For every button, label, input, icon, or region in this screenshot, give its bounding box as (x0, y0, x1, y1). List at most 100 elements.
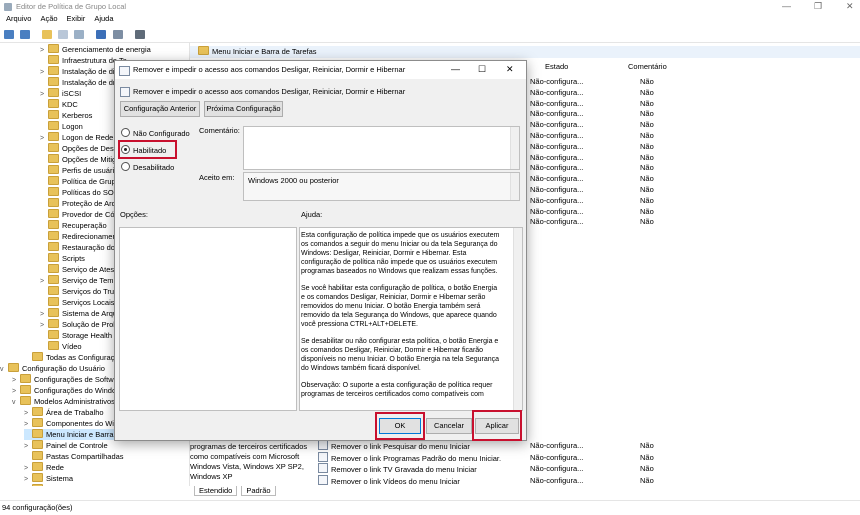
collapse-icon[interactable]: v (0, 364, 8, 375)
tree-item[interactable]: Perfis de usuário (40, 165, 118, 176)
up-folder-icon[interactable] (42, 30, 53, 39)
radio-disabled[interactable]: Desabilitado (121, 162, 174, 172)
tree-item[interactable]: > Gerenciamento de energia (40, 44, 151, 55)
policy-icon (318, 463, 328, 473)
window-title: Editor de Política de Grupo Local (16, 2, 127, 11)
cancel-button[interactable]: Cancelar (426, 418, 472, 434)
setting-comment: Não (640, 452, 654, 462)
menu-acao[interactable]: Ação (40, 14, 57, 23)
menu-bar: Arquivo Ação Exibir Ajuda (0, 14, 860, 26)
tree-item[interactable]: Vídeo (40, 341, 82, 352)
tree-item-label: Configurações de Software (34, 375, 125, 384)
tree-item[interactable]: Opções de Mitiga (40, 154, 120, 165)
dialog-maximize-button[interactable]: ☐ (478, 64, 486, 75)
forward-icon[interactable] (20, 30, 31, 39)
tree-item-label: Opções de Mitiga (62, 155, 121, 164)
help-paragraph: Observação: O suporte a esta configuraçã… (301, 382, 493, 398)
help-icon[interactable] (96, 30, 107, 39)
tree-item[interactable]: Serviços do Trust (40, 286, 120, 297)
tree-item[interactable]: > Configurações de Software (12, 374, 124, 385)
tree-item[interactable]: Scripts (40, 253, 85, 264)
highlight-ok (375, 412, 425, 440)
tree-item-label: Serviços do Trust (62, 287, 120, 296)
next-setting-button[interactable]: Próxima Configuração (204, 101, 283, 117)
tree-item[interactable]: > Rede (24, 462, 64, 473)
tree-item[interactable]: Instalação de drive (40, 77, 125, 88)
tree-item[interactable]: Menu Iniciar e Barra (24, 429, 114, 440)
tree-item-label: Solução de Probl (62, 320, 120, 329)
dialog-minimize-button[interactable]: — (451, 64, 460, 74)
tree-item[interactable]: Todas as Configurações (24, 352, 126, 363)
menu-ajuda[interactable]: Ajuda (94, 14, 113, 23)
tree-item[interactable]: > Configurações do Windows (12, 385, 125, 396)
tree-item[interactable]: Recuperação (40, 220, 107, 231)
tree-item[interactable]: Provedor de Cópi (40, 209, 120, 220)
tree-item-label: Configurações do Windows (34, 386, 126, 395)
supported-scrollbar[interactable] (510, 173, 519, 200)
folder-icon (48, 209, 59, 218)
tree-item[interactable]: Todas as Configurações (24, 484, 126, 486)
tree-item[interactable]: Kerberos (40, 110, 92, 121)
setting-row[interactable]: Remover o link Pesquisar do menu Iniciar… (318, 440, 838, 451)
tree-item-label: Gerenciamento de energia (62, 45, 151, 54)
help-paragraph: Se desabilitar ou não configurar esta po… (301, 338, 500, 372)
help-scrollbar[interactable] (513, 228, 522, 410)
setting-comment: Não (640, 441, 654, 450)
tree-item[interactable]: Storage Health (40, 330, 112, 341)
tree-item[interactable]: > iSCSI (40, 88, 81, 99)
maximize-button[interactable]: ❐ (814, 1, 822, 12)
tree-item[interactable]: v Modelos Administrativos (12, 396, 115, 407)
tab-estendido[interactable]: Estendido (194, 486, 238, 496)
setting-state: Não-configura... (530, 452, 584, 462)
tree-item[interactable]: Redirecionamento (40, 231, 123, 242)
filter-icon[interactable] (134, 30, 145, 39)
tree-item[interactable]: Políticas do SO (40, 187, 114, 198)
properties-icon[interactable] (112, 30, 123, 39)
tree-item-label: Sistema de Arqui (62, 309, 119, 318)
setting-row[interactable]: Remover o link Programas Padrão do menu … (318, 451, 838, 463)
folder-icon (48, 253, 59, 262)
radio-not-configured[interactable]: Não Configurado (121, 128, 190, 138)
folder-icon (32, 440, 43, 449)
close-button[interactable]: ✕ (846, 1, 854, 12)
dialog-close-button[interactable]: ✕ (506, 64, 514, 75)
menu-arquivo[interactable]: Arquivo (6, 14, 31, 23)
policy-icon (318, 451, 328, 462)
folder-icon (48, 88, 59, 97)
tree-item[interactable]: Pastas Compartilhadas (24, 451, 124, 462)
status-text: 94 configuração(ões) (2, 503, 73, 512)
tree-item[interactable]: > Instalação de disp (40, 66, 122, 77)
minimize-button[interactable]: — (782, 1, 791, 11)
export-list-icon[interactable] (74, 30, 85, 39)
setting-row[interactable]: Remover o link TV Gravada do menu Inicia… (318, 463, 838, 474)
tab-padrao[interactable]: Padrão (241, 486, 276, 496)
folder-icon (48, 220, 59, 229)
tree-item[interactable]: KDC (40, 99, 78, 110)
show-hide-tree-icon[interactable] (58, 30, 69, 39)
comment-field[interactable] (243, 126, 520, 170)
back-icon[interactable] (4, 30, 14, 39)
tree-item[interactable]: Serviço de Atesta (40, 264, 120, 275)
tree-item-label: Logon de Rede (62, 133, 114, 142)
tree-item-label: Storage Health (62, 331, 113, 340)
tree-item[interactable]: > Sistema de Arqui (40, 308, 119, 319)
radio-circle-icon (121, 128, 130, 137)
menu-exibir[interactable]: Exibir (67, 14, 86, 23)
folder-icon (48, 275, 59, 284)
tree-item[interactable]: > Sistema (24, 473, 73, 484)
tree-item[interactable]: Logon (40, 121, 83, 132)
tree-item[interactable]: v Configuração do Usuário (0, 363, 105, 374)
tree-item[interactable]: Proteção de Arqui (40, 198, 122, 209)
tree-item[interactable]: Política de Grupo (40, 176, 120, 187)
tree-item[interactable]: > Painel de Controle (24, 440, 108, 451)
tree-item[interactable]: > Área de Trabalho (24, 407, 104, 418)
tree-item[interactable]: > Solução de Probl (40, 319, 119, 330)
tree-item[interactable]: Restauração do S (40, 242, 122, 253)
comment-scrollbar[interactable] (510, 127, 519, 169)
setting-row[interactable]: Remover o link Vídeos do menu Iniciar Não… (318, 474, 838, 486)
previous-setting-button[interactable]: Configuração Anterior (120, 101, 200, 117)
tree-item[interactable]: Serviços Locais (40, 297, 115, 308)
tree-item[interactable]: > Logon de Rede (40, 132, 113, 143)
tree-item[interactable]: > Serviço de Tempo (40, 275, 122, 286)
collapse-icon[interactable]: v (12, 397, 20, 408)
